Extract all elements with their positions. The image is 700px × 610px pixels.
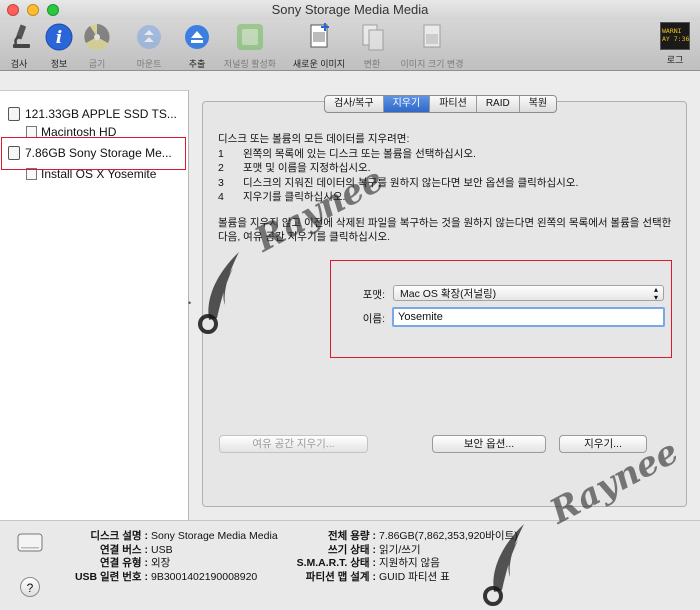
new-image-icon (310, 23, 329, 48)
security-options-button[interactable]: 보안 옵션... (432, 435, 546, 453)
step-row: 4 지우기를 클릭하십시오. (218, 190, 673, 205)
info-key: USB 일련 번호 : (74, 570, 148, 583)
new-image-tool-button[interactable]: 새로운 이미지 (289, 22, 349, 70)
info-value: 지원하지 않음 (379, 557, 440, 569)
burn-tool-button[interactable]: 굽기 (82, 22, 112, 70)
wing-logo-icon (483, 524, 524, 606)
info-key: 디스크 설명 : (90, 530, 148, 542)
wing-logo-icon (198, 252, 239, 334)
erase-free-space-button[interactable]: 여유 공간 지우기... (219, 435, 368, 453)
log-tool-button[interactable]: WARNI AY 7:36 로그 (660, 22, 690, 66)
zoom-button[interactable] (47, 4, 59, 16)
info-value: Sony Storage Media Media (151, 530, 278, 542)
info-key: 파티션 맵 설계 : (305, 570, 376, 583)
info-row: 디스크 설명 : Sony Storage Media Media (60, 530, 278, 544)
format-select[interactable]: Mac OS 확장(저널링) ▴ ▾ (393, 285, 664, 302)
name-label: 이름: (362, 313, 385, 325)
eject-tool-button[interactable]: 추출 (182, 22, 212, 70)
disk-info-left: 디스크 설명 : Sony Storage Media Media 연결 버스 :… (60, 530, 278, 584)
microscope-icon (13, 24, 30, 48)
info-value: 읽기/쓰기 (379, 543, 421, 556)
info-value: USB (151, 543, 173, 556)
svg-text:i: i (56, 28, 62, 48)
info-row: 연결 버스 : USB (60, 544, 278, 558)
resize-image-tool-button[interactable]: 이미지 크기 변경 (396, 22, 468, 70)
tool-label: 추출 (188, 59, 206, 69)
tool-label: 검사 (10, 59, 28, 69)
title-bar: Sony Storage Media Media (0, 0, 700, 20)
external-disk-icon (17, 533, 43, 552)
convert-tool-button[interactable]: 변환 (358, 22, 386, 70)
info-key: 연결 버스 : (100, 543, 148, 556)
name-input[interactable]: Yosemite (392, 307, 665, 327)
tool-label: 로그 (666, 55, 684, 65)
burn-icon (84, 24, 110, 50)
intro-text: 디스크 또는 볼륨의 모든 데이터를 지우려면: (218, 133, 410, 145)
minimize-button[interactable] (27, 4, 39, 16)
updown-arrows-icon: ▴ ▾ (653, 285, 658, 302)
journal-icon (237, 24, 263, 50)
resize-image-icon (423, 24, 441, 48)
step-text: 왼쪽의 목록에 있는 디스크 또는 볼륨을 선택하십시오. (243, 147, 476, 160)
info-key: 연결 유형 : (100, 557, 148, 569)
convert-icon (362, 24, 384, 51)
tool-label: 굽기 (88, 59, 106, 69)
step-row: 2 포맷 및 이름을 지정하십시오. (218, 161, 673, 176)
info-key: 쓰기 상태 : (328, 543, 376, 556)
step-number: 1 (218, 147, 224, 160)
format-label: 포맷: (362, 289, 385, 301)
disk-label: 121.33GB APPLE SSD TS... (25, 107, 177, 121)
mount-icon (137, 25, 161, 49)
step-row: 3 디스크의 지워진 데이터의 복구를 원하지 않는다면 보안 옵션을 클릭하십시… (218, 176, 673, 191)
tool-label: 변환 (363, 59, 381, 69)
info-row: 연결 유형 : 외장 (60, 557, 278, 571)
log-icon: WARNI AY 7:36 (660, 22, 690, 50)
info-value: GUID 파티션 표 (379, 570, 450, 583)
info-tool-button[interactable]: i 정보 (44, 22, 74, 70)
verify-tool-button[interactable]: 검사 (6, 22, 32, 70)
info-icon: i (45, 23, 73, 51)
step-row: 1 왼쪽의 목록에 있는 디스크 또는 볼륨을 선택하십시오. (218, 147, 673, 162)
tab-bar: 검사/복구 지우기 파티션 RAID 복원 (324, 95, 558, 113)
tab-raid[interactable]: RAID (477, 96, 520, 112)
tool-label: 정보 (50, 59, 68, 69)
tab-first-aid[interactable]: 검사/복구 (325, 96, 384, 112)
tab-restore[interactable]: 복원 (520, 96, 556, 112)
step-number: 2 (218, 162, 224, 174)
tool-label: 마운트 (136, 59, 162, 69)
selection-highlight-box (1, 137, 186, 170)
format-value: Mac OS 확장(저널링) (400, 288, 497, 300)
eject-icon (185, 25, 209, 49)
info-value: 외장 (151, 557, 171, 569)
tab-erase[interactable]: 지우기 (383, 96, 431, 112)
info-value: 9B3001402190008920 (151, 570, 258, 583)
info-key: S.M.A.R.T. 상태 : (296, 557, 376, 569)
enable-journaling-tool-button[interactable]: 저널링 활성화 (218, 22, 282, 70)
close-button[interactable] (7, 4, 19, 16)
help-button[interactable]: ? (20, 577, 40, 597)
window-title: Sony Storage Media Media (271, 2, 429, 17)
info-key: 전체 용량 : (328, 530, 376, 542)
internal-disk-icon (8, 107, 20, 121)
disk-item[interactable]: 121.33GB APPLE SSD TS... (8, 107, 177, 121)
tool-label: 저널링 활성화 (223, 59, 277, 69)
tool-label: 이미지 크기 변경 (400, 59, 464, 69)
tab-partition[interactable]: 파티션 (430, 96, 477, 112)
step-number: 3 (218, 176, 224, 189)
step-number: 4 (218, 191, 224, 203)
tool-label: 새로운 이미지 (292, 59, 346, 69)
info-row: USB 일련 번호 :9B3001402190008920 (60, 571, 278, 585)
step-text: 디스크의 지워진 데이터의 복구를 원하지 않는다면 보안 옵션을 클릭하십시오… (243, 176, 579, 189)
mount-tool-button[interactable]: 마운트 (130, 22, 168, 70)
splitter-handle[interactable]: • (188, 298, 191, 308)
toolbar: 검사 i 정보 굽기 마운트 추출 저널링 활성화 새로운 이미지 변환 이미지… (0, 20, 700, 71)
